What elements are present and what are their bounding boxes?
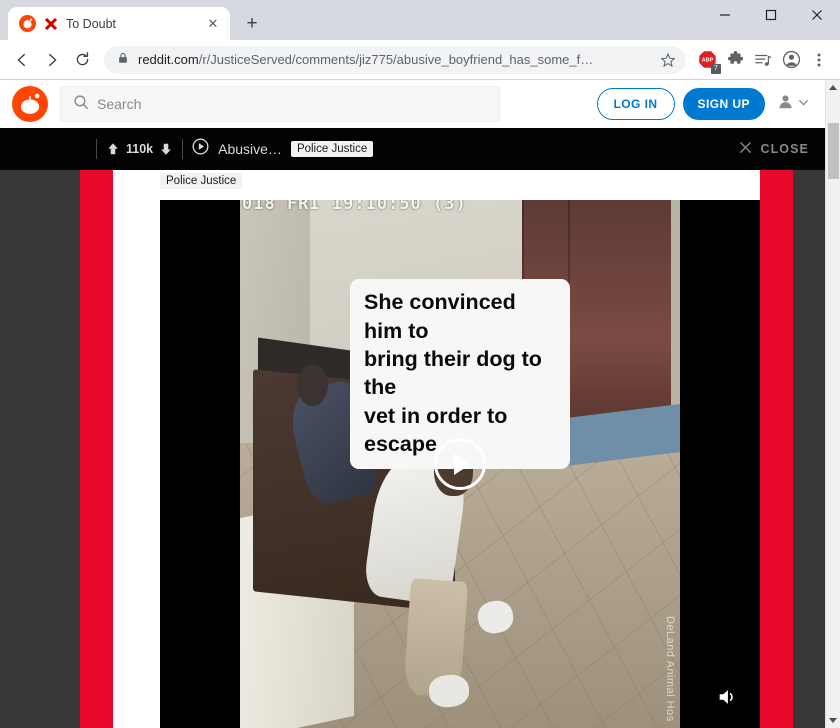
address-bar[interactable]: reddit.com/r/JusticeServed/comments/jiz7… <box>104 45 686 74</box>
play-button-icon[interactable] <box>434 438 486 490</box>
vote-count: 110k <box>126 142 154 156</box>
tab-title: To Doubt <box>66 16 117 31</box>
tab-strip: To Doubt ✕ + <box>0 0 702 40</box>
divider <box>182 139 184 159</box>
scene-person-woman-head <box>297 363 328 406</box>
cctv-timestamp: 018 FRI 19:10:50 (3) <box>242 200 467 214</box>
star-icon[interactable] <box>660 52 676 68</box>
lightbox-topbar: 110k Abusive… Police Justice CLOSE <box>0 128 825 170</box>
browser-titlebar: To Doubt ✕ + <box>0 0 840 40</box>
video-player[interactable]: 018 FRI 19:10:50 (3) She convinced him t… <box>160 200 760 728</box>
stage-flair-badge[interactable]: Police Justice <box>160 173 243 189</box>
browser-window: To Doubt ✕ + reddit.com/r/JusticeServed/… <box>0 0 840 728</box>
search-box[interactable] <box>60 86 500 122</box>
scrollbar-track[interactable] <box>826 95 840 713</box>
close-window-button[interactable] <box>794 0 840 30</box>
chevron-down-icon <box>798 95 809 113</box>
reload-button[interactable] <box>68 46 96 74</box>
lightbox-close-button[interactable]: CLOSE <box>739 141 809 157</box>
lock-icon <box>117 51 129 69</box>
vote-group: 110k <box>106 142 173 156</box>
adblock-badge-count: 7 <box>711 63 721 74</box>
url-path: /r/JusticeServed/comments/jiz775/abusive… <box>198 52 594 67</box>
page-scrollbar[interactable] <box>825 80 840 728</box>
browser-toolbar: reddit.com/r/JusticeServed/comments/jiz7… <box>0 40 840 80</box>
video-caption-text: She convinced him to bring their dog to … <box>364 290 542 457</box>
overlay-rail-right-dark <box>793 170 825 728</box>
svg-text:ABP: ABP <box>701 58 713 64</box>
scrollbar-thumb[interactable] <box>827 123 839 179</box>
red-x-icon <box>44 17 58 31</box>
video-watermark: DeLand Animal Hos <box>664 616 676 722</box>
lightbox-body: Police Justice 018 FRI 19:10:50 (3) She … <box>0 170 825 728</box>
reddit-favicon-icon <box>19 15 36 32</box>
forward-button[interactable] <box>38 46 66 74</box>
user-avatar-icon <box>777 93 794 115</box>
upvote-arrow-icon[interactable] <box>106 142 120 156</box>
search-icon <box>73 94 89 115</box>
post-flair-badge[interactable]: Police Justice <box>290 141 374 157</box>
url-text: reddit.com/r/JusticeServed/comments/jiz7… <box>138 52 651 67</box>
media-stage: Police Justice 018 FRI 19:10:50 (3) She … <box>160 170 760 728</box>
login-button[interactable]: LOG IN <box>596 88 675 120</box>
scroll-up-arrow[interactable] <box>826 80 840 95</box>
chrome-menu-icon[interactable] <box>806 47 832 73</box>
url-host: reddit.com <box>138 52 199 67</box>
close-label: CLOSE <box>760 142 809 156</box>
adblock-plus-icon[interactable]: ABP 7 <box>694 47 721 74</box>
user-menu-button[interactable] <box>773 93 813 115</box>
video-lightbox-overlay: 110k Abusive… Police Justice CLOSE Polic… <box>0 128 825 728</box>
extensions-puzzle-icon[interactable] <box>722 47 748 73</box>
maximize-button[interactable] <box>748 0 794 30</box>
tab-close-button[interactable]: ✕ <box>205 16 221 32</box>
play-circle-icon <box>192 138 209 160</box>
scroll-down-arrow[interactable] <box>826 713 840 728</box>
play-triangle <box>453 453 471 475</box>
divider <box>96 139 97 159</box>
reddit-header: LOG IN SIGN UP <box>0 80 825 128</box>
overlay-rail-left-red <box>80 170 113 728</box>
overlay-rail-right-red <box>760 170 793 728</box>
close-x-icon <box>739 141 752 157</box>
search-input[interactable] <box>97 96 487 112</box>
minimize-button[interactable] <box>702 0 748 30</box>
browser-tab[interactable]: To Doubt ✕ <box>8 7 230 40</box>
overlay-rail-left-dark <box>0 170 80 728</box>
window-controls <box>702 0 840 40</box>
signup-button[interactable]: SIGN UP <box>682 88 765 120</box>
video-content: 018 FRI 19:10:50 (3) She convinced him t… <box>240 200 680 728</box>
downvote-arrow-icon[interactable] <box>159 142 173 156</box>
reddit-logo[interactable] <box>12 86 48 122</box>
post-title[interactable]: Abusive… <box>218 141 282 157</box>
page-viewport: LOG IN SIGN UP <box>0 80 840 728</box>
overlay-rail-left-white <box>113 170 160 728</box>
reddit-page: LOG IN SIGN UP <box>0 80 825 728</box>
lightbox-post-info: 110k Abusive… Police Justice <box>0 138 374 160</box>
back-button[interactable] <box>8 46 36 74</box>
profile-avatar-icon[interactable] <box>778 47 804 73</box>
volume-on-icon[interactable] <box>716 686 738 708</box>
reddit-header-actions: LOG IN SIGN UP <box>596 88 814 120</box>
media-playlist-icon[interactable] <box>750 47 776 73</box>
new-tab-button[interactable]: + <box>238 9 266 37</box>
